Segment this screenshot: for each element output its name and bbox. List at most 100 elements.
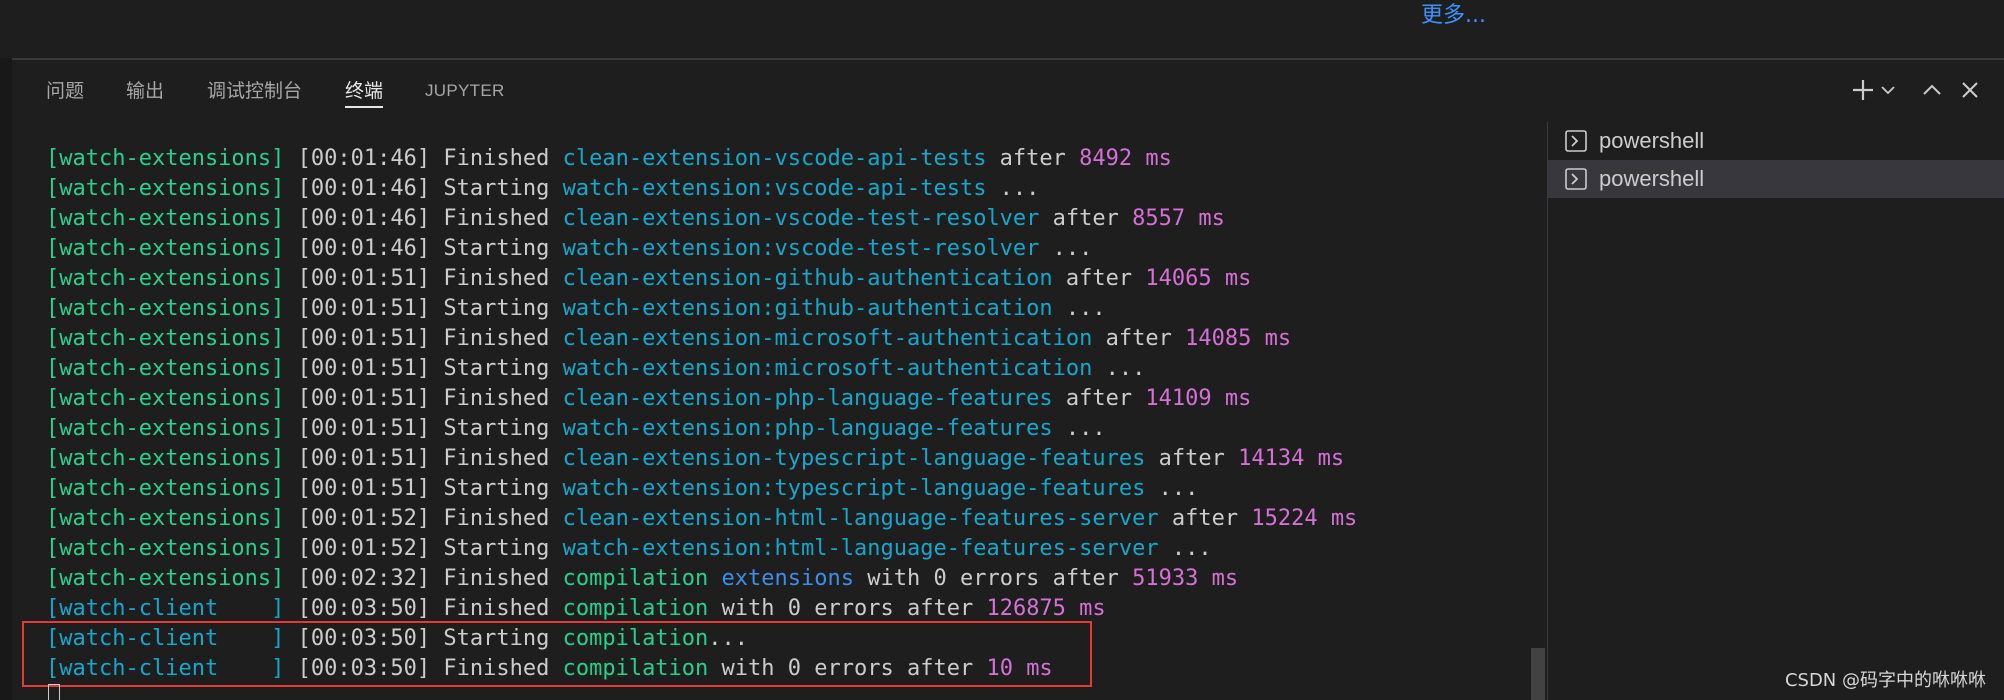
terminal-text-segment: ] Finished [416, 506, 563, 531]
plus-icon[interactable] [1849, 76, 1877, 104]
terminal-text-segment: ] Starting [416, 476, 563, 501]
terminal-text-segment: after [1052, 266, 1146, 291]
terminal-text-segment: 00:01:51 [310, 266, 417, 291]
tab-output[interactable]: 输出 [126, 60, 164, 122]
close-icon[interactable] [1956, 76, 1984, 104]
terminal-tab-label: powershell [1599, 166, 1705, 191]
terminal-text-segment: 15224 ms [1251, 506, 1358, 531]
terminal-text-segment: [ [284, 386, 311, 411]
terminal-text-segment: watch-extension:github-authentication [562, 296, 1053, 321]
tab-jupyter[interactable]: JUPYTER [425, 60, 505, 122]
chevron-down-icon[interactable] [1879, 76, 1897, 104]
terminal-text-segment: watch-extension:microsoft-authentication [562, 356, 1093, 381]
terminal-text-segment: 00:01:46 [310, 176, 417, 201]
terminal-text-segment: after [1092, 326, 1186, 351]
terminal-line: [watch-extensions] [00:02:32] Finished c… [46, 564, 1357, 594]
terminal-text-segment: 00:01:51 [310, 476, 417, 501]
terminal-text-segment: [ [284, 236, 311, 261]
terminal-text-segment: [watch-extensions] [46, 476, 285, 501]
terminal-text-segment: [ [284, 416, 311, 441]
terminal-line: [watch-extensions] [00:01:46] Finished c… [46, 144, 1357, 174]
terminal-text-segment: [watch-client ] [46, 596, 285, 621]
terminal-text-segment: [watch-extensions] [46, 356, 285, 381]
terminal-text-segment: ... [1092, 356, 1146, 381]
terminal-text-segment: 00:01:51 [310, 326, 417, 351]
terminal-text-segment: [ [284, 596, 311, 621]
terminal-text-segment: [ [284, 326, 311, 351]
tab-terminal[interactable]: 终端 [345, 60, 384, 122]
terminal-text-segment: after [1145, 446, 1239, 471]
terminal-text-segment: clean-extension-vscode-test-resolver [562, 206, 1040, 231]
terminal-text-segment: [ [284, 536, 311, 561]
terminal-text-segment: after [1039, 206, 1133, 231]
terminal-text-segment: clean-extension-github-authentication [562, 266, 1053, 291]
terminal-icon [1565, 168, 1587, 190]
watermark: CSDN @码字中的咻咻咻 [1784, 670, 1986, 691]
terminal-text-segment: clean-extension-html-language-features-s… [562, 506, 1159, 531]
terminal-text-segment: [watch-extensions] [46, 566, 285, 591]
highlight-annotation-box [22, 621, 1092, 687]
terminal-text-segment: [watch-extensions] [46, 326, 285, 351]
tab-debug-console[interactable]: 调试控制台 [207, 60, 302, 122]
terminal-text-segment: [watch-extensions] [46, 416, 285, 441]
terminal-text-segment: ] Finished [416, 326, 563, 351]
terminal-text-segment: 00:01:52 [310, 536, 417, 561]
chevron-up-icon[interactable] [1918, 76, 1946, 104]
terminal-text-segment: watch-extension:html-language-features-s… [562, 536, 1159, 561]
terminal-line: [watch-extensions] [00:01:46] Starting w… [46, 174, 1357, 204]
more-link[interactable]: 更多... [1421, 0, 1486, 32]
terminal-text-segment: 14109 ms [1145, 386, 1252, 411]
terminal-line: [watch-extensions] [00:01:51] Finished c… [46, 264, 1357, 294]
terminal-text-segment: clean-extension-php-language-features [562, 386, 1053, 411]
terminal-text-segment: ] Finished [416, 206, 563, 231]
terminal-text-segment: ] Starting [416, 236, 563, 261]
terminal-tab-label: powershell [1599, 128, 1705, 153]
terminal-text-segment: compilation [562, 596, 709, 621]
terminal-text-segment: after [1158, 506, 1252, 531]
terminal-text-segment: 126875 ms [986, 596, 1106, 621]
terminal-text-segment: ] Starting [416, 536, 563, 561]
terminal-line: [watch-extensions] [00:01:51] Starting w… [46, 354, 1357, 384]
terminal-line: [watch-extensions] [00:01:52] Starting w… [46, 534, 1357, 564]
terminal-tab-powershell-2[interactable]: powershell [1548, 160, 2004, 198]
terminal-text-segment: ] Starting [416, 296, 563, 321]
terminal-scrollbar-thumb[interactable] [1531, 648, 1545, 700]
terminal-text-segment: [watch-extensions] [46, 146, 285, 171]
terminal-text-segment: 00:01:51 [310, 356, 417, 381]
terminal-text-segment: [ [284, 146, 311, 171]
terminal-text-segment: 00:01:46 [310, 236, 417, 261]
terminal-text-segment: ] Finished [416, 386, 563, 411]
terminal-text-segment: [ [284, 296, 311, 321]
terminal-tab-powershell-1[interactable]: powershell [1548, 122, 2004, 160]
terminal-text-segment: ... [1039, 236, 1093, 261]
tab-problems[interactable]: 问题 [46, 60, 84, 122]
terminal-line: [watch-extensions] [00:01:46] Starting w… [46, 234, 1357, 264]
terminal-text-segment: ] Starting [416, 416, 563, 441]
terminal-line: [watch-client ] [00:03:50] Finished comp… [46, 594, 1357, 624]
terminal-text-segment: 51933 ms [1132, 566, 1239, 591]
terminal-text-segment: watch-extension:typescript-language-feat… [562, 476, 1146, 501]
terminal-text-segment: ... [1158, 536, 1212, 561]
terminal-text-segment: with 0 errors after [708, 596, 987, 621]
panel-tab-bar: 问题 输出 调试控制台 终端 JUPYTER [12, 60, 2004, 122]
panel-left-edge [0, 58, 12, 700]
terminal-lines: [watch-extensions] [00:01:46] Finished c… [46, 144, 1357, 684]
terminal-text-segment: ] Finished [416, 266, 563, 291]
terminal-text-segment: compilation [562, 566, 709, 591]
terminal-text-segment: 00:01:51 [310, 386, 417, 411]
terminal-text-segment: [ [284, 356, 311, 381]
terminal-text-segment: ] Starting [416, 176, 563, 201]
terminal-text-segment: [ [284, 566, 311, 591]
terminal-text-segment: [watch-extensions] [46, 176, 285, 201]
terminal-output[interactable]: [watch-extensions] [00:01:46] Finished c… [12, 122, 1540, 700]
terminal-text-segment: ... [1145, 476, 1199, 501]
terminal-text-segment: [ [284, 176, 311, 201]
terminal-text-segment: ... [1052, 296, 1106, 321]
terminal-text-segment: ] Finished [416, 146, 563, 171]
terminal-text-segment: 14065 ms [1145, 266, 1252, 291]
terminal-text-segment: 00:01:46 [310, 206, 417, 231]
terminal-scrollbar[interactable] [1528, 122, 1546, 700]
terminal-text-segment: clean-extension-vscode-api-tests [562, 146, 987, 171]
terminal-text-segment: 00:01:51 [310, 296, 417, 321]
